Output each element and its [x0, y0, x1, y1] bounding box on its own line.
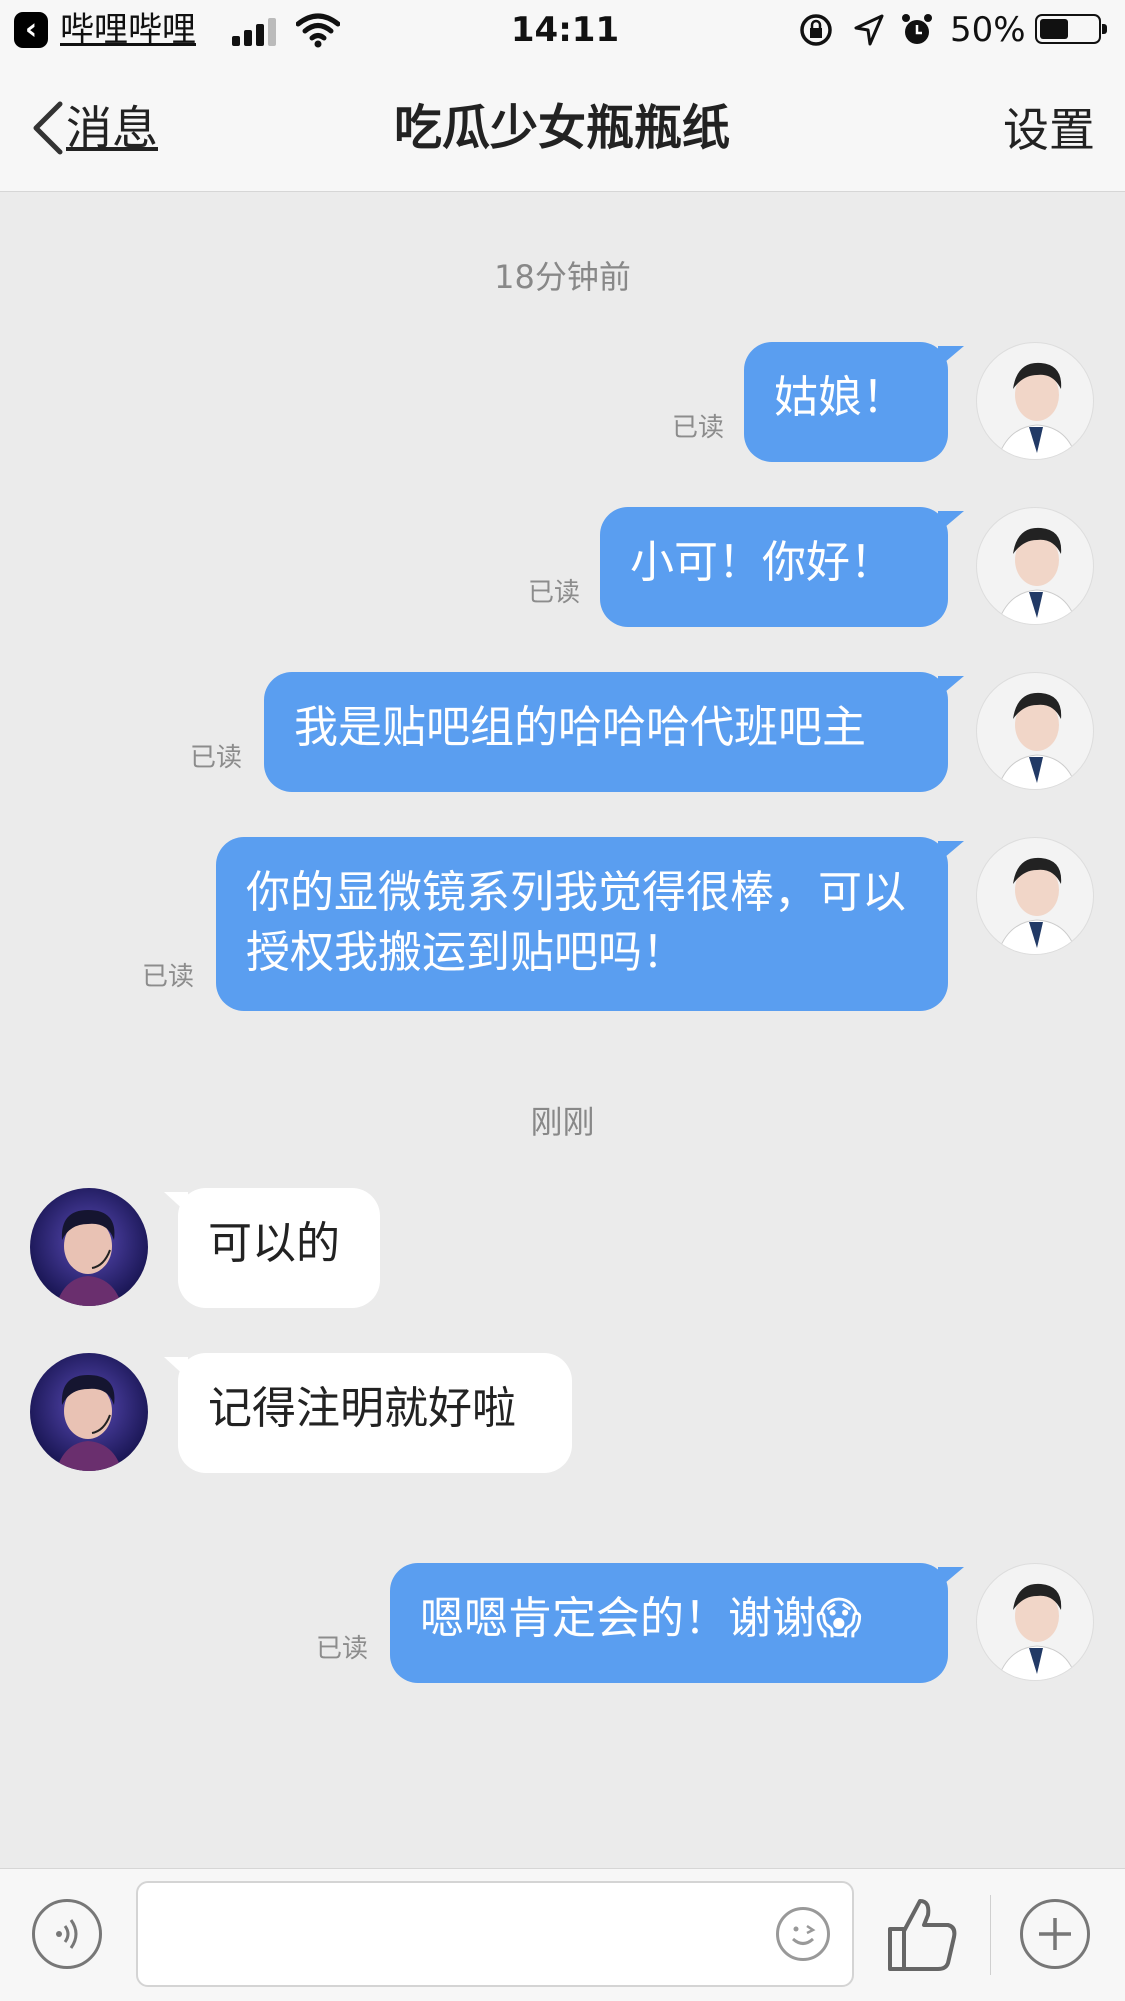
read-receipt: 已读 [142, 962, 195, 992]
my-avatar[interactable] [976, 342, 1094, 460]
user-photo-icon [997, 692, 1077, 789]
contact-photo-icon [56, 1210, 122, 1306]
back-label: 消息 [66, 101, 158, 155]
divider [990, 1895, 991, 1975]
cellular-signal-icon [232, 18, 278, 46]
read-receipt: 已读 [190, 743, 243, 773]
message-bubble[interactable]: 嗯嗯肯定会的！谢谢😱 [390, 1563, 964, 1683]
user-photo-icon [997, 362, 1077, 459]
read-receipt: 已读 [528, 578, 581, 608]
battery-icon [1035, 14, 1107, 44]
voice-button[interactable] [32, 1899, 102, 1969]
my-avatar[interactable] [976, 1563, 1094, 1681]
voice-icon [56, 1919, 78, 1949]
chevron-left-icon [33, 101, 63, 155]
my-avatar[interactable] [976, 507, 1094, 625]
battery-percent: 50% [950, 10, 1026, 50]
user-photo-icon [997, 857, 1077, 954]
emoji-button[interactable] [776, 1907, 830, 1961]
wifi-icon [296, 13, 340, 48]
message-bubble[interactable]: 可以的 [164, 1188, 380, 1308]
thumbs-up-icon[interactable] [882, 1895, 962, 1975]
message-bubble[interactable]: 小可！你好！ [600, 507, 964, 627]
timestamp: 18分钟前 [494, 258, 631, 296]
conversation-title: 吃瓜少女瓶瓶纸 [393, 100, 730, 156]
user-photo-icon [997, 527, 1077, 624]
message-bubble[interactable]: 记得注明就好啦 [164, 1353, 572, 1473]
alarm-icon [902, 14, 932, 44]
message-input[interactable] [136, 1881, 854, 1987]
read-receipt: 已读 [672, 413, 725, 443]
rotation-lock-icon [800, 14, 832, 46]
settings-button[interactable]: 设置 [1003, 100, 1095, 160]
plus-icon [1039, 1918, 1071, 1950]
message-bubble[interactable]: 我是贴吧组的哈哈哈代班吧主 [264, 672, 964, 792]
back-button[interactable]: 消息 [30, 98, 158, 158]
user-photo-icon [997, 1583, 1077, 1680]
location-arrow-icon [854, 14, 884, 46]
contact-avatar[interactable] [30, 1188, 148, 1306]
message-bubble[interactable]: 你的显微镜系列我觉得很棒，可以授权我搬运到贴吧吗！ [216, 837, 964, 1011]
back-to-app-icon[interactable]: ‹ [14, 12, 48, 48]
timestamp: 刚刚 [530, 1103, 595, 1141]
status-bar: ‹ 哔哩哔哩 14:11 50% [0, 0, 1125, 62]
emoji-icon [791, 1924, 816, 1945]
nav-bar: 消息 吃瓜少女瓶瓶纸 设置 [0, 62, 1125, 192]
my-avatar[interactable] [976, 672, 1094, 790]
my-avatar[interactable] [976, 837, 1094, 955]
clock: 14:11 [510, 10, 620, 50]
message-bubble[interactable]: 姑娘！ [744, 342, 964, 462]
more-button[interactable] [1020, 1899, 1090, 1969]
contact-photo-icon [56, 1375, 122, 1471]
input-bar [0, 1868, 1125, 2001]
read-receipt: 已读 [316, 1634, 369, 1664]
back-to-app-label[interactable]: 哔哩哔哩 [60, 6, 196, 54]
contact-avatar[interactable] [30, 1353, 148, 1471]
